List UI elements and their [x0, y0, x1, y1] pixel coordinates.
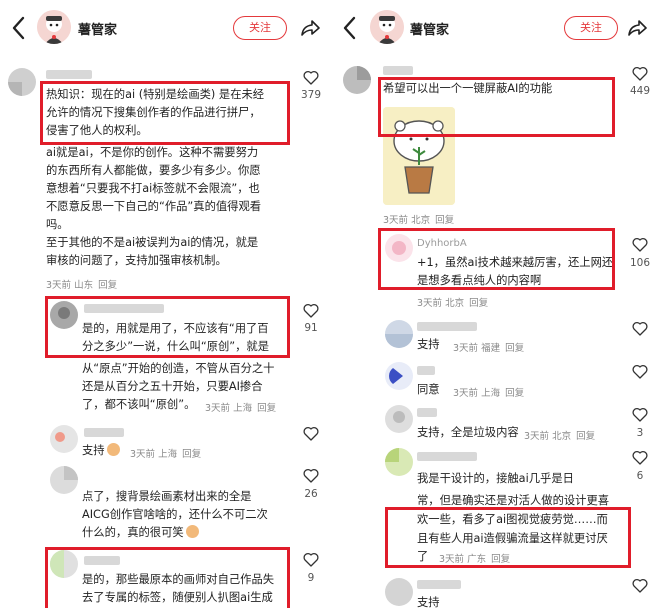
highlight-box — [40, 81, 290, 145]
emoji-icon — [106, 443, 120, 456]
comment-line: 还是从百分之五十开始，只要AI掺合 — [82, 380, 263, 393]
username-redacted — [417, 408, 437, 417]
commenter-avatar[interactable] — [343, 66, 371, 94]
username-redacted — [417, 322, 477, 331]
author-name[interactable]: 薯管家 — [410, 19, 449, 38]
heart-icon[interactable] — [632, 66, 648, 81]
left-screenshot: 薯管家 关注 热知识：现在的ai (特别是绘画类) 是在未经 允许的情况下搜集创… — [0, 0, 327, 608]
highlight-box — [378, 77, 615, 137]
heart-icon[interactable] — [632, 237, 648, 252]
reply-link[interactable]: 回复 — [435, 215, 454, 226]
reply-link[interactable]: 回复 — [257, 403, 276, 414]
username-redacted — [84, 428, 124, 437]
like-count: 379 — [300, 89, 322, 101]
top-bar: 薯管家 关注 — [0, 0, 327, 58]
heart-icon[interactable] — [632, 407, 648, 422]
reply-link[interactable]: 回复 — [505, 343, 524, 354]
like-count: 106 — [629, 257, 651, 269]
comment-meta: 3天前 北京 回复 — [383, 215, 455, 226]
username-redacted — [46, 70, 92, 79]
like-count: 26 — [304, 488, 318, 500]
comment-line: 至于其他的不是ai被误判为ai的情况，就是 — [46, 236, 259, 249]
comment-meta: 3天前 北京 回复 — [524, 431, 596, 442]
like-count: 449 — [629, 85, 651, 97]
reply-link[interactable]: 回复 — [182, 449, 201, 460]
comment-line: 点了，搜背景绘画素材出来的全是 — [82, 490, 252, 503]
highlight-box — [45, 547, 290, 608]
comment-meta: 3天前 福建 回复 — [453, 343, 525, 354]
chevron-left-icon[interactable] — [10, 14, 28, 42]
commenter-avatar[interactable] — [385, 578, 413, 606]
reply-link[interactable]: 回复 — [469, 298, 488, 309]
like-count: 3 — [636, 427, 644, 439]
comment-line: 了，都不该叫“原创”。 — [82, 398, 196, 411]
commenter-avatar[interactable] — [385, 405, 413, 433]
commenter-avatar[interactable] — [385, 320, 413, 348]
heart-icon[interactable] — [632, 578, 648, 593]
commenter-avatar[interactable] — [50, 425, 78, 453]
commenter-avatar[interactable] — [385, 362, 413, 390]
comment-text: 支持，全是垃圾内容 — [417, 426, 519, 439]
chevron-left-icon[interactable] — [341, 14, 359, 42]
username-redacted — [383, 66, 413, 75]
like-count: 6 — [636, 470, 644, 482]
top-bar: 薯管家 关注 — [333, 0, 660, 58]
comment-text: 支持 — [82, 442, 120, 460]
author-name[interactable]: 薯管家 — [78, 19, 117, 38]
follow-button[interactable]: 关注 — [233, 16, 287, 40]
heart-icon[interactable] — [632, 321, 648, 336]
heart-icon[interactable] — [632, 364, 648, 379]
highlight-box — [45, 296, 290, 358]
commenter-avatar[interactable] — [385, 448, 413, 476]
reply-link[interactable]: 回复 — [98, 280, 117, 291]
share-icon[interactable] — [626, 17, 648, 39]
like-count: 91 — [304, 322, 318, 334]
comment-line: 的东西所有人都能做，要多少有多少。你愿 — [46, 164, 261, 177]
comment-meta: 3天前 山东 回复 — [46, 280, 118, 291]
comment-line: 吗。 — [46, 218, 69, 231]
heart-icon[interactable] — [303, 552, 319, 567]
author-avatar[interactable] — [37, 10, 71, 44]
highlight-box — [385, 507, 631, 568]
comment-line: 意想着“只要我不打ai标签就不会限流”，也 — [46, 182, 260, 195]
comment-line: ai就是ai，不是你的创作。这种不需要努力 — [46, 146, 259, 159]
author-avatar[interactable] — [370, 10, 404, 44]
comment-text: 同意 — [417, 383, 440, 396]
heart-icon[interactable] — [303, 70, 319, 85]
comment-text: 支持 — [417, 338, 440, 351]
commenter-avatar[interactable] — [50, 466, 78, 494]
comment-meta: 3天前 北京 回复 — [417, 298, 489, 309]
comment-line: 不愿意反思一下自己的“作品”真的值得观看 — [46, 200, 262, 213]
follow-button[interactable]: 关注 — [564, 16, 618, 40]
reply-link[interactable]: 回复 — [505, 388, 524, 399]
username-redacted — [417, 366, 435, 375]
comment-text: 支持 — [417, 596, 440, 608]
comment-line: 什么的，真的很可笑 — [82, 524, 199, 542]
right-screenshot: 薯管家 关注 希望可以出一个一键屏蔽AI的功能 3天前 北京 回复 449 Dy… — [333, 0, 660, 608]
comment-meta: 3天前 上海 回复 — [130, 449, 202, 460]
comment-line: 审核的问题了，支持加强审核机制。 — [46, 254, 227, 267]
heart-icon[interactable] — [303, 303, 319, 318]
heart-icon[interactable] — [632, 450, 648, 465]
comment-line: 我是干设计的，接触ai几乎是日 — [417, 472, 574, 485]
commenter-avatar[interactable] — [8, 68, 36, 96]
heart-icon[interactable] — [303, 426, 319, 441]
username-redacted — [417, 580, 461, 589]
comment-line: 从“原点”开始的创造，不管从百分之十 — [82, 362, 275, 375]
username-redacted — [417, 452, 477, 461]
share-icon[interactable] — [299, 17, 321, 39]
highlight-box — [378, 228, 615, 290]
comment-meta: 3天前 上海 回复 — [205, 403, 277, 414]
comment-meta: 3天前 上海 回复 — [453, 388, 525, 399]
heart-icon[interactable] — [303, 468, 319, 483]
reply-link[interactable]: 回复 — [576, 431, 595, 442]
emoji-icon — [185, 525, 199, 538]
like-count: 9 — [307, 572, 315, 584]
comment-line: AICG创作官啥啥的，还什么不可二次 — [82, 508, 268, 521]
